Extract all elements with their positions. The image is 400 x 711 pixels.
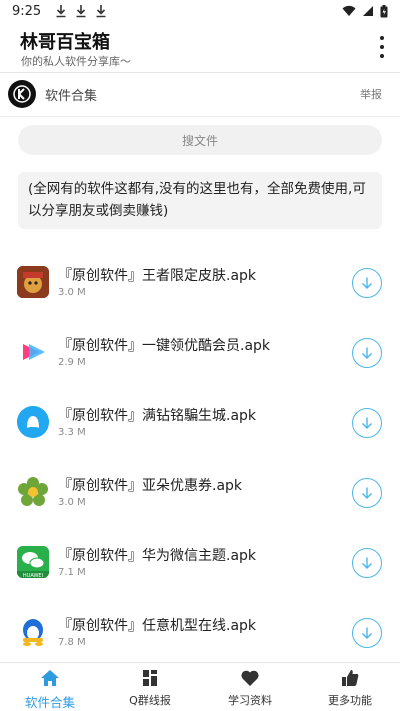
notice-text: (全网有的软件这都有,没有的这里也有，全部免费使用,可以分享朋友或倒卖赚钱) bbox=[18, 172, 382, 229]
status-bar: 9:25 bbox=[0, 0, 400, 22]
download-button[interactable] bbox=[352, 478, 382, 508]
nav-label: Q群线报 bbox=[129, 694, 171, 707]
file-size: 7.8 M bbox=[58, 637, 86, 648]
qq-penguin-icon bbox=[17, 616, 49, 648]
file-size: 3.0 M bbox=[58, 287, 86, 298]
download-notification-icon bbox=[96, 5, 106, 18]
app-bar-divider bbox=[0, 72, 400, 73]
list-item[interactable]: 『原创软件』亚朵优惠券.apk 3.0 M bbox=[0, 458, 400, 528]
download-icon bbox=[362, 487, 372, 499]
wifi-icon bbox=[342, 5, 356, 16]
section-header: 软件合集 举报 bbox=[0, 74, 400, 114]
report-link[interactable]: 举报 bbox=[360, 86, 382, 102]
battery-icon bbox=[380, 4, 388, 17]
file-list: 『原创软件』王者限定皮肤.apk 3.0 M 『原创软件』一键领优酷会员.apk… bbox=[0, 248, 400, 668]
nav-label: 学习资料 bbox=[228, 694, 272, 707]
wechat-huawei-icon: HUAWEI bbox=[17, 546, 49, 578]
download-icon bbox=[362, 557, 372, 569]
nav-item-qq-group[interactable]: Q群线报 bbox=[100, 663, 200, 711]
app-subtitle: 你的私人软件分享库～ bbox=[21, 55, 131, 68]
download-button[interactable] bbox=[352, 618, 382, 648]
svg-text:HUAWEI: HUAWEI bbox=[23, 573, 43, 578]
download-icon bbox=[362, 627, 372, 639]
file-size: 3.0 M bbox=[58, 497, 86, 508]
bottom-nav: 软件合集 Q群线报 学习资料 更多功能 bbox=[0, 662, 400, 711]
nav-item-learning[interactable]: 学习资料 bbox=[200, 663, 300, 711]
grid-icon bbox=[143, 670, 157, 686]
heart-icon bbox=[241, 670, 259, 686]
list-item[interactable]: 『原创软件』任意机型在线.apk 7.8 M bbox=[0, 598, 400, 668]
nav-label: 软件合集 bbox=[24, 695, 75, 710]
signal-icon bbox=[363, 6, 373, 16]
download-icon bbox=[362, 347, 372, 359]
app-title: 林哥百宝箱 bbox=[20, 32, 110, 53]
thumbs-up-icon bbox=[342, 670, 359, 686]
download-button[interactable] bbox=[352, 408, 382, 438]
qq-icon bbox=[17, 406, 49, 438]
search-input[interactable]: 搜文件 bbox=[18, 125, 382, 155]
download-button[interactable] bbox=[352, 548, 382, 578]
file-name: 『原创软件』亚朵优惠券.apk bbox=[58, 478, 243, 494]
nav-item-software[interactable]: 软件合集 bbox=[0, 663, 100, 711]
brand-logo-icon bbox=[8, 80, 36, 108]
file-name: 『原创软件』一键领优酷会员.apk bbox=[58, 338, 271, 354]
file-size: 3.3 M bbox=[58, 427, 86, 438]
file-name: 『原创软件』华为微信主题.apk bbox=[58, 548, 257, 564]
download-notification-icon bbox=[76, 5, 86, 18]
honor-of-kings-icon bbox=[17, 266, 49, 298]
section-divider bbox=[0, 116, 400, 117]
status-time: 9:25 bbox=[12, 3, 42, 19]
flower-icon bbox=[17, 476, 49, 508]
list-item[interactable]: HUAWEI 『原创软件』华为微信主题.apk 7.1 M bbox=[0, 528, 400, 598]
file-size: 2.9 M bbox=[58, 357, 86, 368]
download-icon bbox=[362, 277, 372, 289]
download-icon bbox=[362, 417, 372, 429]
home-icon bbox=[41, 670, 59, 686]
download-button[interactable] bbox=[352, 268, 382, 298]
file-name: 『原创软件』任意机型在线.apk bbox=[58, 618, 257, 634]
file-size: 7.1 M bbox=[58, 567, 86, 578]
list-item[interactable]: 『原创软件』王者限定皮肤.apk 3.0 M bbox=[0, 248, 400, 318]
download-button[interactable] bbox=[352, 338, 382, 368]
file-name: 『原创软件』王者限定皮肤.apk bbox=[58, 268, 257, 284]
nav-item-more[interactable]: 更多功能 bbox=[300, 663, 400, 711]
app-bar: 林哥百宝箱 你的私人软件分享库～ bbox=[0, 22, 400, 72]
file-name: 『原创软件』满钻铭騙生城.apk bbox=[58, 408, 257, 424]
overflow-menu-icon[interactable] bbox=[374, 36, 390, 58]
nav-label: 更多功能 bbox=[328, 694, 372, 707]
youku-icon bbox=[17, 336, 49, 368]
section-title: 软件合集 bbox=[45, 88, 98, 104]
list-item[interactable]: 『原创软件』满钻铭騙生城.apk 3.3 M bbox=[0, 388, 400, 458]
list-item[interactable]: 『原创软件』一键领优酷会员.apk 2.9 M bbox=[0, 318, 400, 388]
download-notification-icon bbox=[56, 5, 66, 18]
